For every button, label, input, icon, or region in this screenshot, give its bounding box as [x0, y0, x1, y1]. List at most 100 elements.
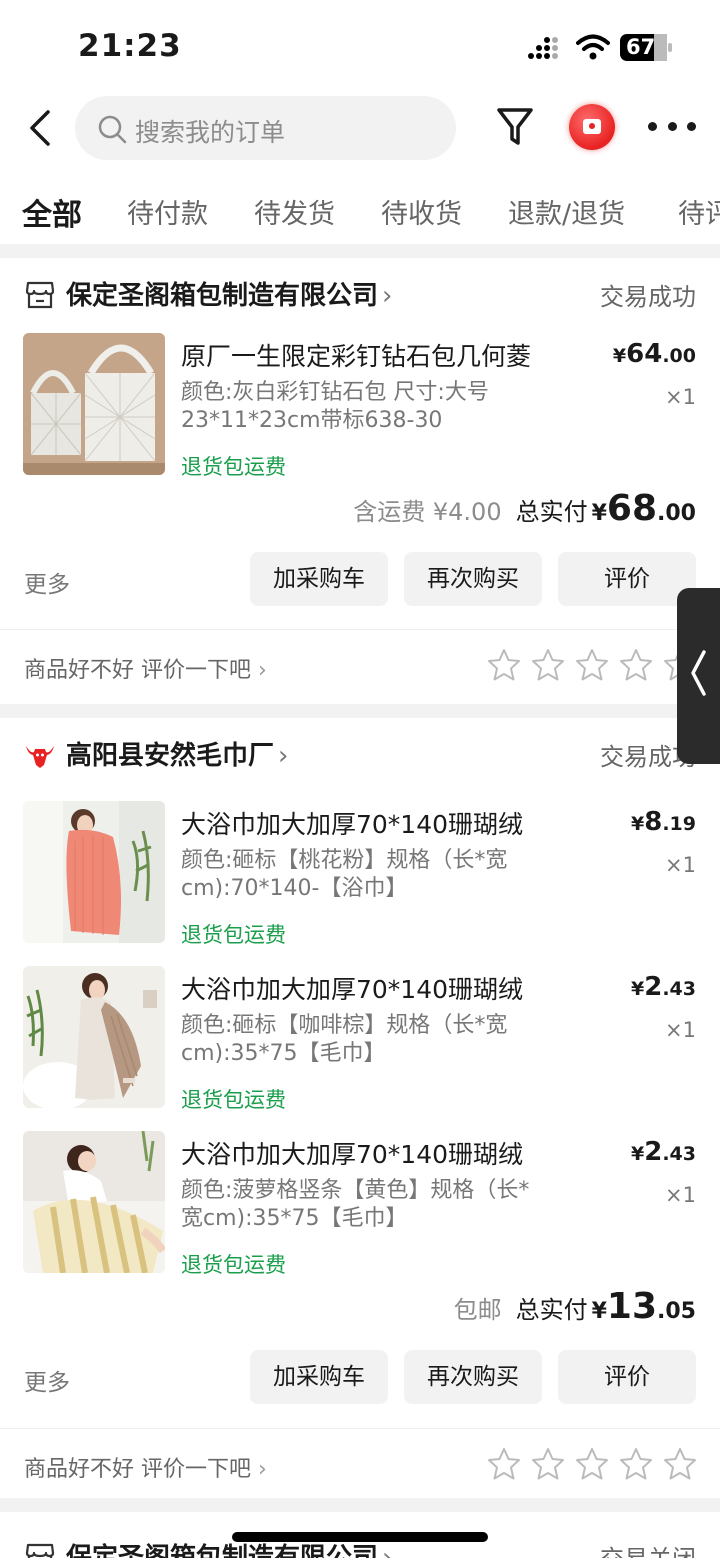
product-price: ¥8.19 — [631, 807, 696, 837]
product-spec-line: 颜色:砸标【咖啡棕】规格（长*宽 — [181, 1013, 508, 1038]
tab-all[interactable]: 全部 — [22, 190, 82, 234]
star-icon[interactable] — [487, 648, 521, 682]
star-icon[interactable] — [575, 648, 609, 682]
order-item[interactable]: 大浴巾加大加厚70*140珊瑚绒 颜色:砸标【桃花粉】规格（长*宽 cm):70… — [0, 801, 720, 961]
product-price: ¥2.43 — [631, 972, 696, 1002]
chevron-right-icon: › — [278, 741, 289, 771]
total-currency: ¥ — [591, 501, 607, 526]
product-title[interactable]: 大浴巾加大加厚70*140珊瑚绒 — [181, 1135, 601, 1171]
star-icon[interactable] — [487, 1447, 521, 1481]
star-rating — [487, 648, 707, 682]
total-amount: 13 — [606, 1286, 658, 1327]
star-icon[interactable] — [531, 648, 565, 682]
star-icon[interactable] — [531, 1447, 565, 1481]
review-prompt-link[interactable]: 商品好不好 评价一下吧 › — [24, 652, 267, 684]
product-spec-line: 颜色:菠萝格竖条【黄色】规格（长* — [181, 1178, 530, 1203]
filter-icon[interactable] — [496, 106, 534, 148]
status-bar: 21:23 67 — [0, 0, 720, 90]
tab-pending-payment[interactable]: 待付款 — [127, 192, 208, 231]
product-price: ¥2.43 — [631, 1137, 696, 1167]
more-options-icon[interactable] — [648, 122, 696, 134]
star-icon[interactable] — [575, 1447, 609, 1481]
review-prompt-text: 商品好不好 评价一下吧 — [24, 1457, 251, 1482]
product-spec-line: 颜色:灰白彩钉钻石包 尺寸:大号 — [181, 380, 489, 405]
product-spec: 颜色:砸标【桃花粉】规格（长*宽 cm):70*140-【浴巾】 — [181, 847, 541, 903]
order-tabs: 全部 待付款 待发货 待收货 退款/退货 待评 — [0, 180, 720, 244]
more-link[interactable]: 更多 — [24, 565, 70, 599]
order-item[interactable]: 原厂一生限定彩钉钻石包几何菱 颜色:灰白彩钉钻石包 尺寸:大号 23*11*23… — [0, 333, 720, 493]
review-prompt-row: 商品好不好 评价一下吧 › — [0, 629, 720, 699]
review-prompt-link[interactable]: 商品好不好 评价一下吧 › — [24, 1451, 267, 1483]
shipping-fee: 包邮 — [453, 1296, 502, 1324]
tab-refunds[interactable]: 退款/退货 — [508, 192, 625, 231]
product-title[interactable]: 大浴巾加大加厚70*140珊瑚绒 — [181, 805, 601, 841]
back-arrow-icon[interactable] — [22, 108, 62, 148]
return-shipping-badge: 退货包运费 — [181, 923, 286, 947]
side-drawer-handle[interactable] — [677, 588, 720, 764]
chevron-right-icon: › — [382, 281, 393, 311]
bull-logo-icon — [26, 746, 54, 768]
buy-again-button[interactable]: 再次购买 — [404, 1350, 542, 1404]
product-image-towel[interactable] — [23, 966, 165, 1108]
red-envelope-icon[interactable] — [569, 104, 615, 150]
review-prompt-row: 商品好不好 评价一下吧 › — [0, 1428, 720, 1498]
tab-pending-receipt[interactable]: 待收货 — [381, 192, 462, 231]
tab-pending-shipment[interactable]: 待发货 — [254, 192, 335, 231]
product-price: ¥64.00 — [612, 339, 696, 369]
add-to-purchase-cart-button[interactable]: 加采购车 — [250, 1350, 388, 1404]
shop-name: 高阳县安然毛巾厂 — [66, 741, 275, 771]
total-label: 总实付 — [515, 1296, 588, 1324]
home-indicator[interactable] — [232, 1532, 488, 1542]
star-icon[interactable] — [619, 648, 653, 682]
total-decimal: .05 — [657, 1299, 696, 1324]
review-button[interactable]: 评价 — [558, 552, 696, 606]
product-quantity: ×1 — [665, 1018, 696, 1042]
product-spec-line: 宽cm):35*75【毛巾】 — [181, 1206, 408, 1231]
top-nav: 搜索我的订单 — [0, 90, 720, 180]
wifi-icon — [576, 34, 610, 60]
total-label: 总实付 — [515, 498, 588, 526]
add-to-purchase-cart-button[interactable]: 加采购车 — [250, 552, 388, 606]
star-icon[interactable] — [619, 1447, 653, 1481]
order-card: 保定圣阁箱包制造有限公司 › 交易成功 原厂一生限定彩钉钻石包几何菱 颜色:灰白彩… — [0, 258, 720, 704]
product-title[interactable]: 大浴巾加大加厚70*140珊瑚绒 — [181, 970, 601, 1006]
review-prompt-text: 商品好不好 评价一下吧 — [24, 658, 251, 683]
product-spec: 颜色:灰白彩钉钻石包 尺寸:大号 23*11*23cm带标638-30 — [181, 379, 541, 435]
product-spec-line: cm):35*75【毛巾】 — [181, 1041, 386, 1066]
shop-name: 保定圣阁箱包制造有限公司 — [66, 1543, 379, 1558]
star-icon[interactable] — [663, 1447, 697, 1481]
order-item[interactable]: 大浴巾加大加厚70*140珊瑚绒 颜色:菠萝格竖条【黄色】规格（长* 宽cm):… — [0, 1131, 720, 1291]
shop-name: 保定圣阁箱包制造有限公司 — [66, 281, 379, 311]
store-icon — [25, 281, 55, 309]
product-image-bag[interactable] — [23, 333, 165, 475]
chevron-right-icon: › — [382, 1543, 393, 1558]
shop-header: 高阳县安然毛巾厂 › 交易成功 — [0, 718, 720, 788]
status-time: 21:23 — [78, 28, 182, 64]
shipping-fee: 含运费 ¥4.00 — [353, 498, 502, 526]
return-shipping-badge: 退货包运费 — [181, 1088, 286, 1112]
order-item[interactable]: 大浴巾加大加厚70*140珊瑚绒 颜色:砸标【咖啡棕】规格（长*宽 cm):35… — [0, 966, 720, 1126]
buy-again-button[interactable]: 再次购买 — [404, 552, 542, 606]
product-image-towel[interactable] — [23, 1131, 165, 1273]
search-input[interactable]: 搜索我的订单 — [75, 96, 456, 160]
order-total: 包邮 总实付 ¥ 13 .05 — [454, 1286, 696, 1330]
product-spec: 颜色:菠萝格竖条【黄色】规格（长* 宽cm):35*75【毛巾】 — [181, 1177, 541, 1233]
tab-pending-review[interactable]: 待评 — [678, 192, 720, 231]
product-title[interactable]: 原厂一生限定彩钉钻石包几何菱 — [181, 337, 601, 373]
star-rating — [487, 1447, 707, 1481]
cellular-signal-icon — [528, 37, 558, 59]
more-link[interactable]: 更多 — [24, 1363, 70, 1397]
product-quantity: ×1 — [665, 1183, 696, 1207]
product-quantity: ×1 — [665, 853, 696, 877]
return-shipping-badge: 退货包运费 — [181, 1253, 286, 1277]
chevron-right-icon: › — [258, 658, 267, 683]
chevron-right-icon: › — [258, 1457, 267, 1482]
review-button[interactable]: 评价 — [558, 1350, 696, 1404]
product-spec: 颜色:砸标【咖啡棕】规格（长*宽 cm):35*75【毛巾】 — [181, 1012, 541, 1068]
order-status: 交易成功 — [600, 283, 696, 311]
shop-name-link[interactable]: 保定圣阁箱包制造有限公司 › — [66, 275, 392, 312]
shop-name-link[interactable]: 高阳县安然毛巾厂 › — [66, 735, 288, 772]
store-icon — [25, 1543, 55, 1558]
chevron-left-icon — [691, 650, 706, 696]
product-image-towel[interactable] — [23, 801, 165, 943]
